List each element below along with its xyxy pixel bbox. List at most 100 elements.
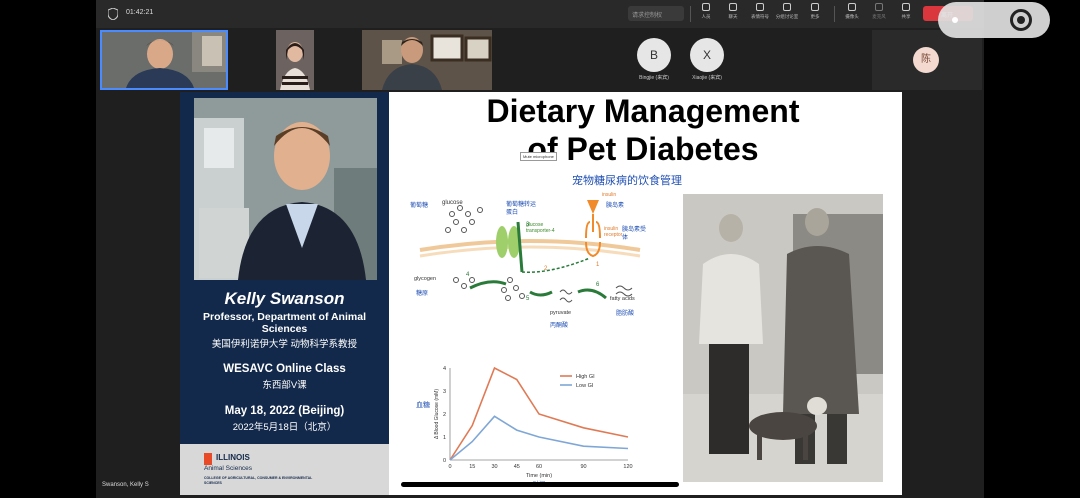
receptor-label-zh: 胰岛素受体: [622, 227, 647, 241]
x-tick-label: 15: [469, 464, 475, 470]
participant-avatar[interactable]: X: [690, 38, 724, 72]
chart-ylabel-zh: 血糖: [416, 402, 430, 409]
people-button[interactable]: 人员: [693, 3, 719, 25]
raise-hand-icon: [756, 3, 764, 11]
x-tick-label: 0: [448, 464, 451, 470]
floating-controls[interactable]: [938, 2, 1050, 38]
pyruvate-label: pyruvate: [550, 310, 572, 316]
insulin-label-zh: 胰岛素: [606, 203, 625, 209]
pyruvate-label-zh: 丙酮酸: [550, 323, 569, 329]
step-number: 6: [596, 282, 600, 288]
x-tick-label: 60: [536, 464, 542, 470]
glucose-label: glucose: [442, 200, 463, 206]
speaker-name: Kelly Swanson: [224, 289, 345, 308]
glycemic-response-chart: 血糖 0123401530456090120Time (min)时间Δ Bloo…: [410, 362, 640, 495]
shield-icon: [108, 8, 118, 20]
university-name: ILLINOIS: [216, 453, 250, 462]
slide-title-line: of Pet Diabetes: [527, 131, 759, 167]
y-tick-label: 3: [443, 389, 446, 395]
participant-video: [102, 32, 226, 88]
share-button[interactable]: 共享: [893, 3, 919, 25]
speaker-photo: [194, 98, 377, 280]
meeting-toolbar: 01:42:21 请求控制权 人员 聊天 表情符号 分组讨论室 更多 摄像头 麦…: [96, 0, 984, 28]
banting-best-photo: [683, 194, 883, 482]
x-tick-label: 45: [514, 464, 520, 470]
meeting-timer: 01:42:21: [126, 9, 154, 16]
speaker-panel: Kelly Swanson Professor, Department of A…: [180, 92, 389, 444]
status-dot-icon: [952, 17, 958, 23]
fatty-acids-label-zh: 脂肪酸: [616, 311, 635, 317]
mic-button[interactable]: 麦克风: [866, 3, 892, 25]
slide-title: Dietary Management of Pet Diabetes: [396, 92, 890, 168]
participant-video: [276, 30, 314, 90]
video-tile-participant[interactable]: [276, 30, 314, 90]
request-control-box[interactable]: 请求控制权: [628, 6, 684, 21]
transporter-label-zh: 葡萄糖转运蛋白: [506, 202, 537, 216]
share-icon: [902, 3, 910, 11]
shared-slide: Kelly Swanson Professor, Department of A…: [180, 92, 902, 495]
y-axis-label: Δ Blood Glucose (mM): [434, 389, 440, 439]
participant-name: Xiaojie (来宾): [692, 75, 722, 81]
participant-video: [362, 30, 492, 90]
x-tick-label: 120: [623, 464, 632, 470]
step-number: 2: [544, 266, 548, 272]
insulin-label: insulin: [602, 192, 617, 198]
step-number: 3: [526, 222, 530, 228]
video-tile-participant[interactable]: 陈: [872, 30, 982, 90]
x-axis-label: Time (min): [526, 473, 552, 479]
toolbar-divider: [690, 6, 691, 22]
share-scrollbar[interactable]: [401, 482, 679, 487]
participant-avatar[interactable]: B: [637, 38, 671, 72]
more-button[interactable]: 更多: [802, 3, 828, 25]
camera-button[interactable]: 摄像头: [839, 3, 865, 25]
y-tick-label: 4: [443, 366, 446, 372]
slide-subtitle: 宠物糖尿病的饮食管理: [572, 175, 682, 187]
lecture-date-zh: 2022年5月18日（北京）: [232, 422, 337, 433]
camera-icon: [848, 3, 856, 11]
step-number: 4: [466, 272, 470, 278]
more-icon: [811, 3, 819, 11]
glucose-metabolism-diagram: 葡萄糖 glucose 葡萄糖转运蛋白 glucose transporter-…: [410, 192, 650, 342]
y-tick-label: 1: [443, 435, 446, 441]
transporter-label: glucose transporter-4: [526, 222, 555, 234]
people-icon: [702, 3, 710, 11]
x-tick-label: 30: [491, 464, 497, 470]
legend-label: Low GI: [576, 383, 594, 389]
y-tick-label: 0: [443, 458, 446, 464]
chat-icon: [729, 3, 737, 11]
video-tile-participant[interactable]: [362, 30, 492, 90]
series-line-high-gi: [449, 366, 629, 461]
legend-label: High GI: [576, 374, 595, 380]
participant-avatar: 陈: [913, 47, 939, 73]
lecture-date: May 18, 2022 (Beijing): [224, 405, 345, 417]
x-tick-label: 90: [580, 464, 586, 470]
reactions-button[interactable]: 表情符号: [747, 3, 773, 25]
speaker-title-zh: 美国伊利诺伊大学 动物科学系教授: [211, 339, 358, 350]
series-line-low-gi: [449, 415, 629, 461]
video-tile-speaker[interactable]: [100, 30, 228, 90]
university-footer: ILLINOIS Animal Sciences COLLEGE OF AGRI…: [180, 444, 389, 495]
participant-name: Bingjie (来宾): [639, 75, 669, 81]
line-chart: 0123401530456090120Time (min)时间Δ Blood G…: [434, 366, 633, 488]
self-video-label: Swanson, Kelly S: [102, 482, 149, 488]
step-number: 5: [526, 296, 530, 302]
class-name: WESAVC Online Class: [223, 363, 346, 375]
toolbar-divider: [834, 6, 835, 22]
class-name-zh: 东西部V课: [262, 380, 307, 391]
breakout-rooms-button[interactable]: 分组讨论室: [774, 3, 800, 25]
historical-photo: [683, 194, 883, 482]
glycogen-label-zh: 糖原: [416, 291, 429, 297]
glycogen-label: glycogen: [414, 276, 437, 282]
speaker-portrait: [194, 98, 377, 280]
department-name: Animal Sciences: [204, 465, 253, 472]
record-icon[interactable]: [1010, 9, 1032, 31]
chat-button[interactable]: 聊天: [720, 3, 746, 25]
y-tick-label: 2: [443, 412, 446, 418]
speaker-title: Professor, Department of Animal Sciences: [203, 311, 366, 335]
meeting-window: 01:42:21 请求控制权 人员 聊天 表情符号 分组讨论室 更多 摄像头 麦…: [96, 0, 984, 498]
glucose-label-zh: 葡萄糖: [410, 203, 429, 209]
mic-icon: [875, 3, 883, 11]
illinois-logo-icon: [204, 453, 212, 465]
college-name: COLLEGE OF AGRICULTURAL, CONSUMER & ENVI…: [204, 476, 313, 485]
rooms-icon: [783, 3, 791, 11]
